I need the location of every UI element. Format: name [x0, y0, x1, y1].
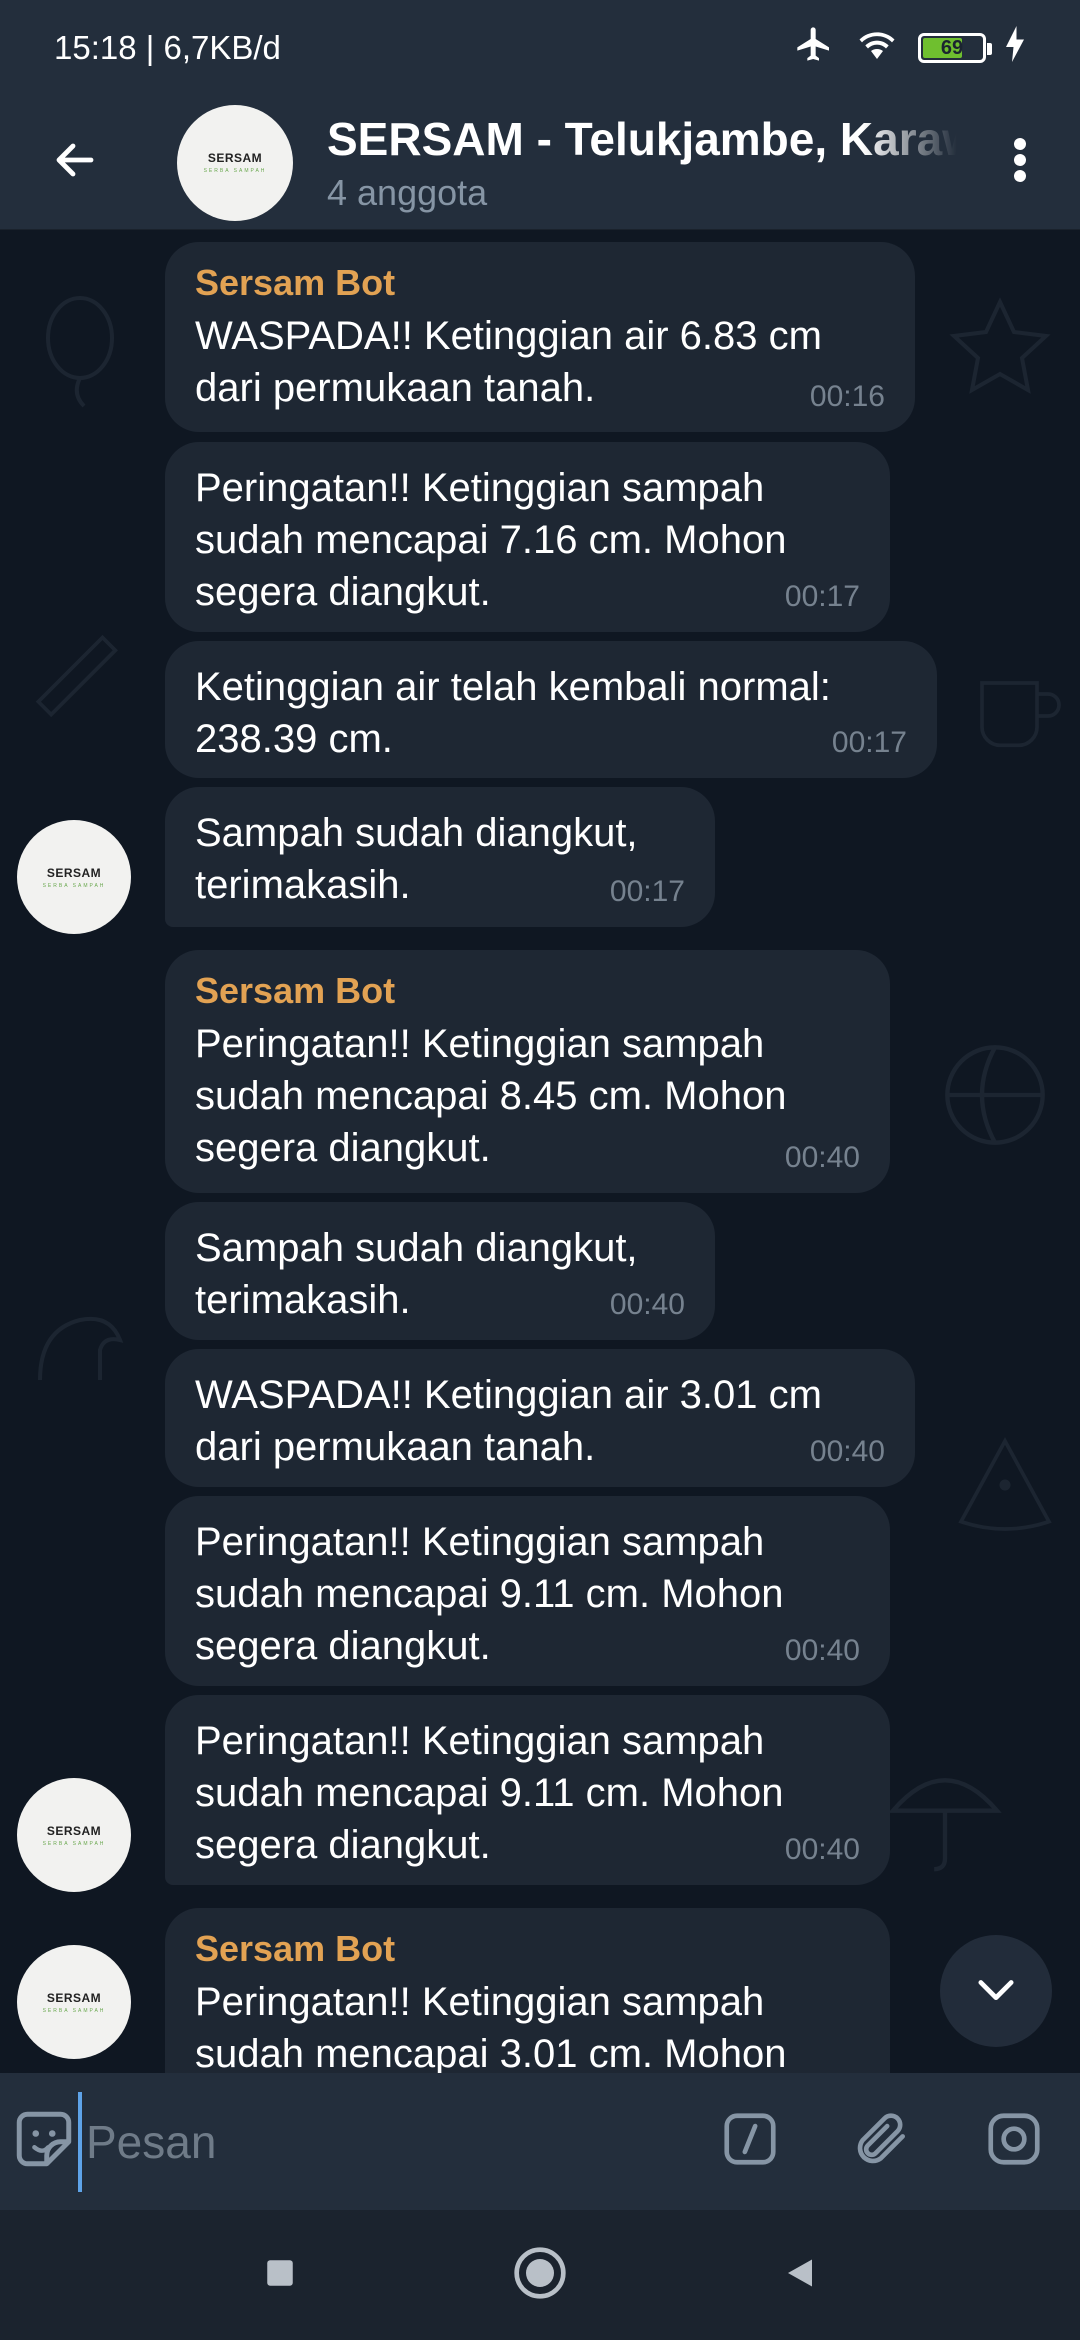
avatar-tagline: SERBA SAMPAH	[42, 1840, 106, 1847]
ball-doodle-icon	[945, 1045, 1045, 1145]
message-text: WASPADA!! Ketinggian air 6.83 cm dari pe…	[195, 314, 822, 410]
message-input[interactable]	[78, 2091, 684, 2192]
sender-name: Sersam Bot	[195, 1928, 396, 1969]
dino-doodle-icon	[38, 1317, 124, 1381]
camera-button[interactable]	[948, 2073, 1080, 2210]
message-time: 00:17	[609, 875, 685, 908]
message-time: 00:40	[809, 1435, 885, 1468]
message-bubble[interactable]: Sersam Bot Peringatan!! Ketinggian sampa…	[165, 950, 890, 1193]
message-text: Peringatan!! Ketinggian sampah sudah men…	[195, 466, 787, 614]
triangle-back-icon	[782, 2253, 818, 2298]
message-time: 00:40	[784, 1833, 860, 1866]
message-bubble[interactable]: Sersam Bot WASPADA!! Ketinggian air 6.83…	[165, 242, 915, 432]
message-bubble[interactable]: Sersam Bot Peringatan!! Ketinggian sampa…	[165, 1908, 890, 2073]
balloon-doodle-icon	[46, 296, 114, 408]
member-count: 4 anggota	[327, 171, 488, 213]
bot-commands-button[interactable]	[684, 2073, 816, 2210]
avatar-tagline: SERBA SAMPAH	[42, 2007, 106, 2014]
circle-home-icon	[512, 2245, 568, 2306]
avatar-brand: SERSAM	[46, 1823, 102, 1838]
message-text: WASPADA!! Ketinggian air 3.01 cm dari pe…	[195, 1373, 822, 1469]
group-avatar[interactable]: SERSAM SERBA SAMPAH	[177, 104, 293, 221]
message-text: Ketinggian air telah kembali normal: 238…	[195, 665, 831, 761]
chat-info[interactable]: SERSAM - Telukjambe, Karawang 4 anggota	[327, 112, 960, 214]
sender-name: Sersam Bot	[195, 970, 396, 1011]
message-bubble[interactable]: Peringatan!! Ketinggian sampah sudah men…	[165, 1496, 890, 1686]
airplane-icon	[792, 24, 836, 72]
back-button[interactable]	[0, 96, 150, 230]
avatar-brand: SERSAM	[207, 151, 263, 165]
status-bar: 15:18 | 6,7KB/d 69	[0, 0, 1080, 96]
message-bubble[interactable]: Sampah sudah diangkut, terimakasih. 00:1…	[165, 787, 715, 927]
sticker-button[interactable]	[0, 2073, 88, 2210]
more-options-button[interactable]	[960, 96, 1080, 230]
back-nav-button[interactable]	[760, 2235, 840, 2315]
pencil-doodle-icon	[35, 634, 118, 718]
more-vertical-icon	[1012, 136, 1028, 189]
message-text: Peringatan!! Ketinggian sampah sudah men…	[195, 1520, 784, 1668]
message-time: 00:40	[784, 1634, 860, 1667]
avatar-tagline: SERBA SAMPAH	[42, 882, 106, 889]
home-button[interactable]	[500, 2235, 580, 2315]
message-bubble[interactable]: Peringatan!! Ketinggian sampah sudah men…	[165, 442, 890, 632]
message-time: 00:17	[831, 726, 907, 759]
chevron-down-icon	[970, 1963, 1022, 2020]
chat-header: SERSAM SERBA SAMPAH SERSAM - Telukjambe,…	[0, 96, 1080, 230]
message-text: Peringatan!! Ketinggian sampah sudah men…	[195, 1980, 787, 2073]
pizza-doodle-icon	[958, 1437, 1052, 1531]
status-icons: 69	[792, 24, 1026, 72]
square-icon	[263, 2256, 297, 2295]
message-composer	[0, 2073, 1080, 2210]
chat-area[interactable]: Sersam Bot WASPADA!! Ketinggian air 6.83…	[0, 230, 1080, 2073]
composer-actions	[684, 2073, 1080, 2210]
status-time-speed: 15:18 | 6,7KB/d	[54, 29, 281, 66]
avatar-brand: SERSAM	[46, 1990, 102, 2005]
message-time: 00:17	[784, 580, 860, 613]
umbrella-doodle-icon	[888, 1778, 1002, 1872]
paperclip-icon	[851, 2108, 913, 2175]
sender-avatar[interactable]: SERSAM SERBA SAMPAH	[17, 1778, 131, 1892]
message-bubble[interactable]: Peringatan!! Ketinggian sampah sudah men…	[165, 1695, 890, 1885]
avatar-brand: SERSAM	[46, 865, 102, 880]
sticker-icon	[11, 2106, 77, 2177]
message-text: Peringatan!! Ketinggian sampah sudah men…	[195, 1719, 784, 1867]
message-time: 00:40	[784, 1141, 860, 1174]
sender-avatar[interactable]: SERSAM SERBA SAMPAH	[17, 820, 131, 934]
cup-doodle-icon	[980, 681, 1061, 748]
arrow-left-icon	[51, 136, 99, 189]
battery-icon: 69	[918, 33, 992, 63]
message-time: 00:16	[809, 380, 885, 413]
charging-icon	[1004, 26, 1026, 70]
star-doodle-icon	[949, 297, 1051, 394]
slash-command-icon	[719, 2108, 781, 2175]
message-time: 00:40	[609, 1288, 685, 1321]
avatar-tagline: SERBA SAMPAH	[203, 168, 267, 174]
recents-button[interactable]	[240, 2235, 320, 2315]
battery-level: 69	[940, 36, 964, 59]
system-nav-bar	[0, 2210, 1080, 2340]
sender-name: Sersam Bot	[195, 262, 396, 303]
sender-avatar[interactable]: SERSAM SERBA SAMPAH	[17, 1945, 131, 2059]
scroll-down-button[interactable]	[940, 1935, 1052, 2047]
message-bubble[interactable]: WASPADA!! Ketinggian air 3.01 cm dari pe…	[165, 1349, 915, 1487]
message-bubble[interactable]: Sampah sudah diangkut, terimakasih. 00:4…	[165, 1202, 715, 1340]
attach-button[interactable]	[816, 2073, 948, 2210]
chat-title: SERSAM - Telukjambe, Karawang	[327, 112, 957, 165]
camera-icon	[983, 2108, 1045, 2175]
message-text: Peringatan!! Ketinggian sampah sudah men…	[195, 1022, 787, 1170]
message-bubble[interactable]: Ketinggian air telah kembali normal: 238…	[165, 641, 937, 778]
wifi-icon	[854, 24, 900, 72]
